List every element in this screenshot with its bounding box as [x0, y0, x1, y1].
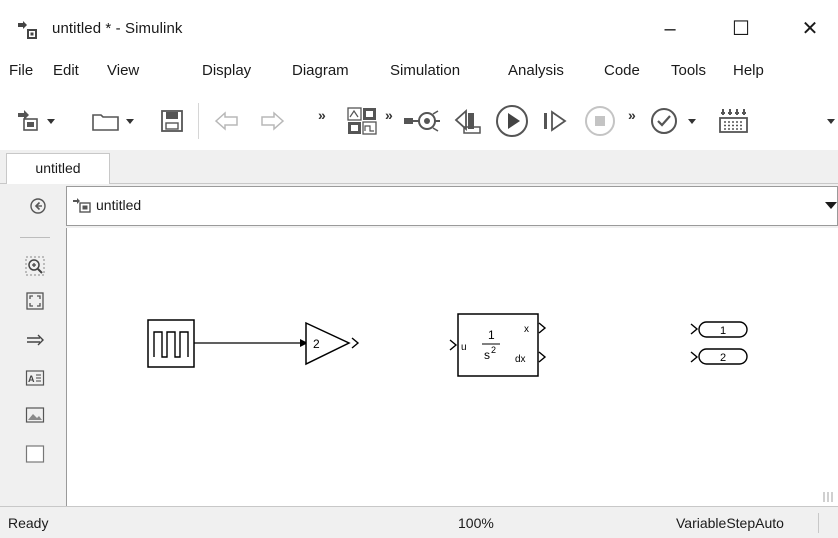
- back-arrow-icon: [214, 111, 238, 131]
- model-advisor-dropdown-icon[interactable]: [687, 118, 697, 126]
- svg-text:A: A: [28, 374, 35, 384]
- tool-palette: A: [0, 228, 66, 506]
- outport-2-label: 2: [720, 352, 726, 364]
- step-back-icon: [454, 108, 481, 134]
- menu-display[interactable]: Display: [202, 62, 251, 79]
- breadcrumb-label[interactable]: untitled: [96, 197, 141, 213]
- model-advisor-button[interactable]: [647, 93, 681, 149]
- open-button[interactable]: [90, 93, 122, 149]
- menu-view[interactable]: View: [107, 62, 139, 79]
- model-tab-strip: untitled: [0, 150, 838, 184]
- status-zoom[interactable]: 100%: [458, 515, 494, 531]
- zoom-icon[interactable]: [25, 256, 45, 276]
- outport-1-label: 1: [720, 325, 726, 337]
- model-configuration-button[interactable]: [402, 93, 442, 149]
- arrow-connector-icon[interactable]: [25, 330, 45, 350]
- library-browser-icon: [347, 107, 377, 135]
- integrator-port-u: u: [461, 342, 467, 353]
- run-icon: [496, 105, 528, 137]
- step-forward-icon: [544, 110, 567, 132]
- stop-icon: [585, 106, 615, 136]
- save-icon: [161, 110, 183, 132]
- model-icon: [73, 198, 91, 213]
- build-icon: [719, 109, 748, 133]
- outport-2-block[interactable]: 2: [690, 348, 748, 365]
- menu-bar: File Edit View Display Diagram Simulatio…: [0, 58, 838, 86]
- pulse-generator-block[interactable]: [147, 319, 195, 368]
- status-solver[interactable]: VariableStepAuto: [676, 515, 784, 531]
- breadcrumb[interactable]: untitled: [66, 186, 838, 226]
- tab-untitled[interactable]: untitled: [6, 153, 110, 184]
- menu-code[interactable]: Code: [604, 62, 640, 79]
- toolbar-overflow-1[interactable]: »: [318, 107, 326, 123]
- nav-back-icon[interactable]: [28, 196, 48, 216]
- save-button[interactable]: [158, 93, 186, 149]
- integrator-output-port-dx: [538, 351, 547, 363]
- forward-arrow-icon: [261, 111, 285, 131]
- integrator-output-port-x: [538, 322, 547, 334]
- title-bar: untitled * - Simulink – ☐ ✕: [0, 0, 838, 58]
- minimize-button[interactable]: –: [650, 14, 690, 44]
- status-bar: Ready 100% VariableStepAuto: [0, 506, 838, 538]
- new-model-button[interactable]: [14, 93, 42, 149]
- integrator-denominator-exponent: 2: [491, 345, 496, 355]
- gain-block[interactable]: 2: [305, 321, 360, 366]
- new-model-dropdown-icon[interactable]: [46, 118, 56, 126]
- palette-divider: [20, 237, 50, 238]
- integrator-port-x: x: [524, 324, 529, 335]
- model-canvas[interactable]: 2 u 1 s 2 x dx 1 2: [66, 228, 838, 506]
- menu-help[interactable]: Help: [733, 62, 764, 79]
- window-title: untitled * - Simulink: [52, 20, 183, 37]
- step-forward-button[interactable]: [540, 93, 570, 149]
- toolbar-separator: [198, 103, 199, 139]
- menu-file[interactable]: File: [9, 62, 33, 79]
- area-icon[interactable]: [25, 444, 45, 464]
- forward-button[interactable]: [257, 93, 287, 149]
- toolbar-overflow-2[interactable]: »: [385, 107, 393, 123]
- gain-output-port: [351, 337, 360, 349]
- open-dropdown-icon[interactable]: [125, 118, 135, 126]
- status-state: Ready: [8, 515, 49, 531]
- menu-edit[interactable]: Edit: [53, 62, 79, 79]
- menu-simulation[interactable]: Simulation: [390, 62, 460, 79]
- gain-value: 2: [313, 337, 320, 351]
- toolbar: » » »: [0, 93, 838, 149]
- integrator-input-port: [449, 339, 458, 351]
- run-button[interactable]: [494, 93, 530, 149]
- stop-button[interactable]: [582, 93, 618, 149]
- menu-tools[interactable]: Tools: [671, 62, 706, 79]
- menu-diagram[interactable]: Diagram: [292, 62, 349, 79]
- outport-1-block[interactable]: 1: [690, 321, 748, 338]
- toolbar-overflow-3[interactable]: »: [628, 107, 636, 123]
- back-button[interactable]: [212, 93, 242, 149]
- build-button[interactable]: [717, 93, 751, 149]
- status-separator: [818, 513, 819, 533]
- model-configuration-icon: [404, 110, 440, 132]
- close-button[interactable]: ✕: [790, 14, 830, 44]
- build-dropdown-icon[interactable]: [826, 118, 836, 126]
- integrator-denominator: s: [484, 348, 490, 362]
- library-browser-button[interactable]: [345, 93, 379, 149]
- simulink-model-icon: [18, 21, 37, 39]
- integrator-port-dx: dx: [515, 354, 526, 365]
- step-back-button[interactable]: [450, 93, 486, 149]
- image-icon[interactable]: [25, 405, 45, 425]
- menu-analysis[interactable]: Analysis: [508, 62, 564, 79]
- model-advisor-icon: [651, 108, 677, 134]
- integrator-numerator: 1: [488, 328, 495, 342]
- text-annotation-icon[interactable]: A: [25, 368, 45, 388]
- canvas-scroll-grip[interactable]: [822, 490, 836, 504]
- maximize-button[interactable]: ☐: [721, 14, 761, 44]
- breadcrumb-dropdown-icon[interactable]: [825, 202, 837, 209]
- fit-to-view-icon[interactable]: [25, 291, 45, 311]
- open-icon: [92, 114, 119, 131]
- block-diagram: 2 u 1 s 2 x dx 1 2: [147, 313, 748, 377]
- second-order-integrator-block[interactable]: u 1 s 2 x dx: [449, 313, 547, 377]
- new-model-icon: [18, 110, 38, 131]
